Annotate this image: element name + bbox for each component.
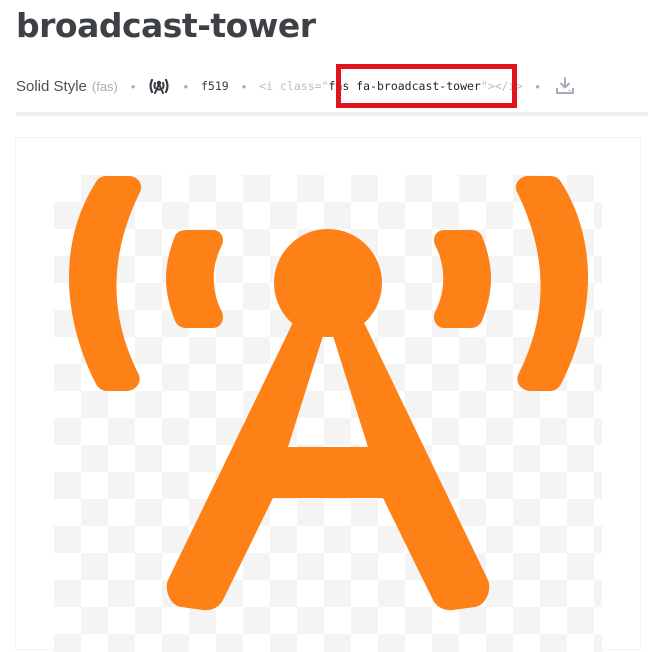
broadcast-tower-icon: [69, 176, 588, 611]
separator-dot: •: [241, 78, 247, 94]
download-icon[interactable]: [555, 77, 575, 95]
page-title: broadcast-tower: [16, 6, 316, 45]
broadcast-tower-mini-icon[interactable]: [148, 78, 170, 94]
icon-preview-panel: [16, 138, 640, 652]
snippet-close: "></i>: [480, 79, 523, 93]
separator-dot: •: [130, 78, 136, 94]
style-label: Solid Style: [16, 77, 87, 95]
snippet-open: <i class=": [259, 79, 329, 93]
icon-details-bar: Solid Style (fas) • • f519 • <i class="f…: [16, 68, 648, 104]
snippet-class: fas fa-broadcast-tower: [328, 79, 481, 93]
separator-dot: •: [535, 78, 540, 94]
separator-dot: •: [183, 78, 188, 94]
unicode-value[interactable]: f519: [201, 79, 229, 93]
divider: [16, 112, 648, 116]
html-snippet[interactable]: <i class="fas fa-broadcast-tower"></i>: [259, 79, 522, 93]
style-prefix: (fas): [91, 78, 118, 94]
